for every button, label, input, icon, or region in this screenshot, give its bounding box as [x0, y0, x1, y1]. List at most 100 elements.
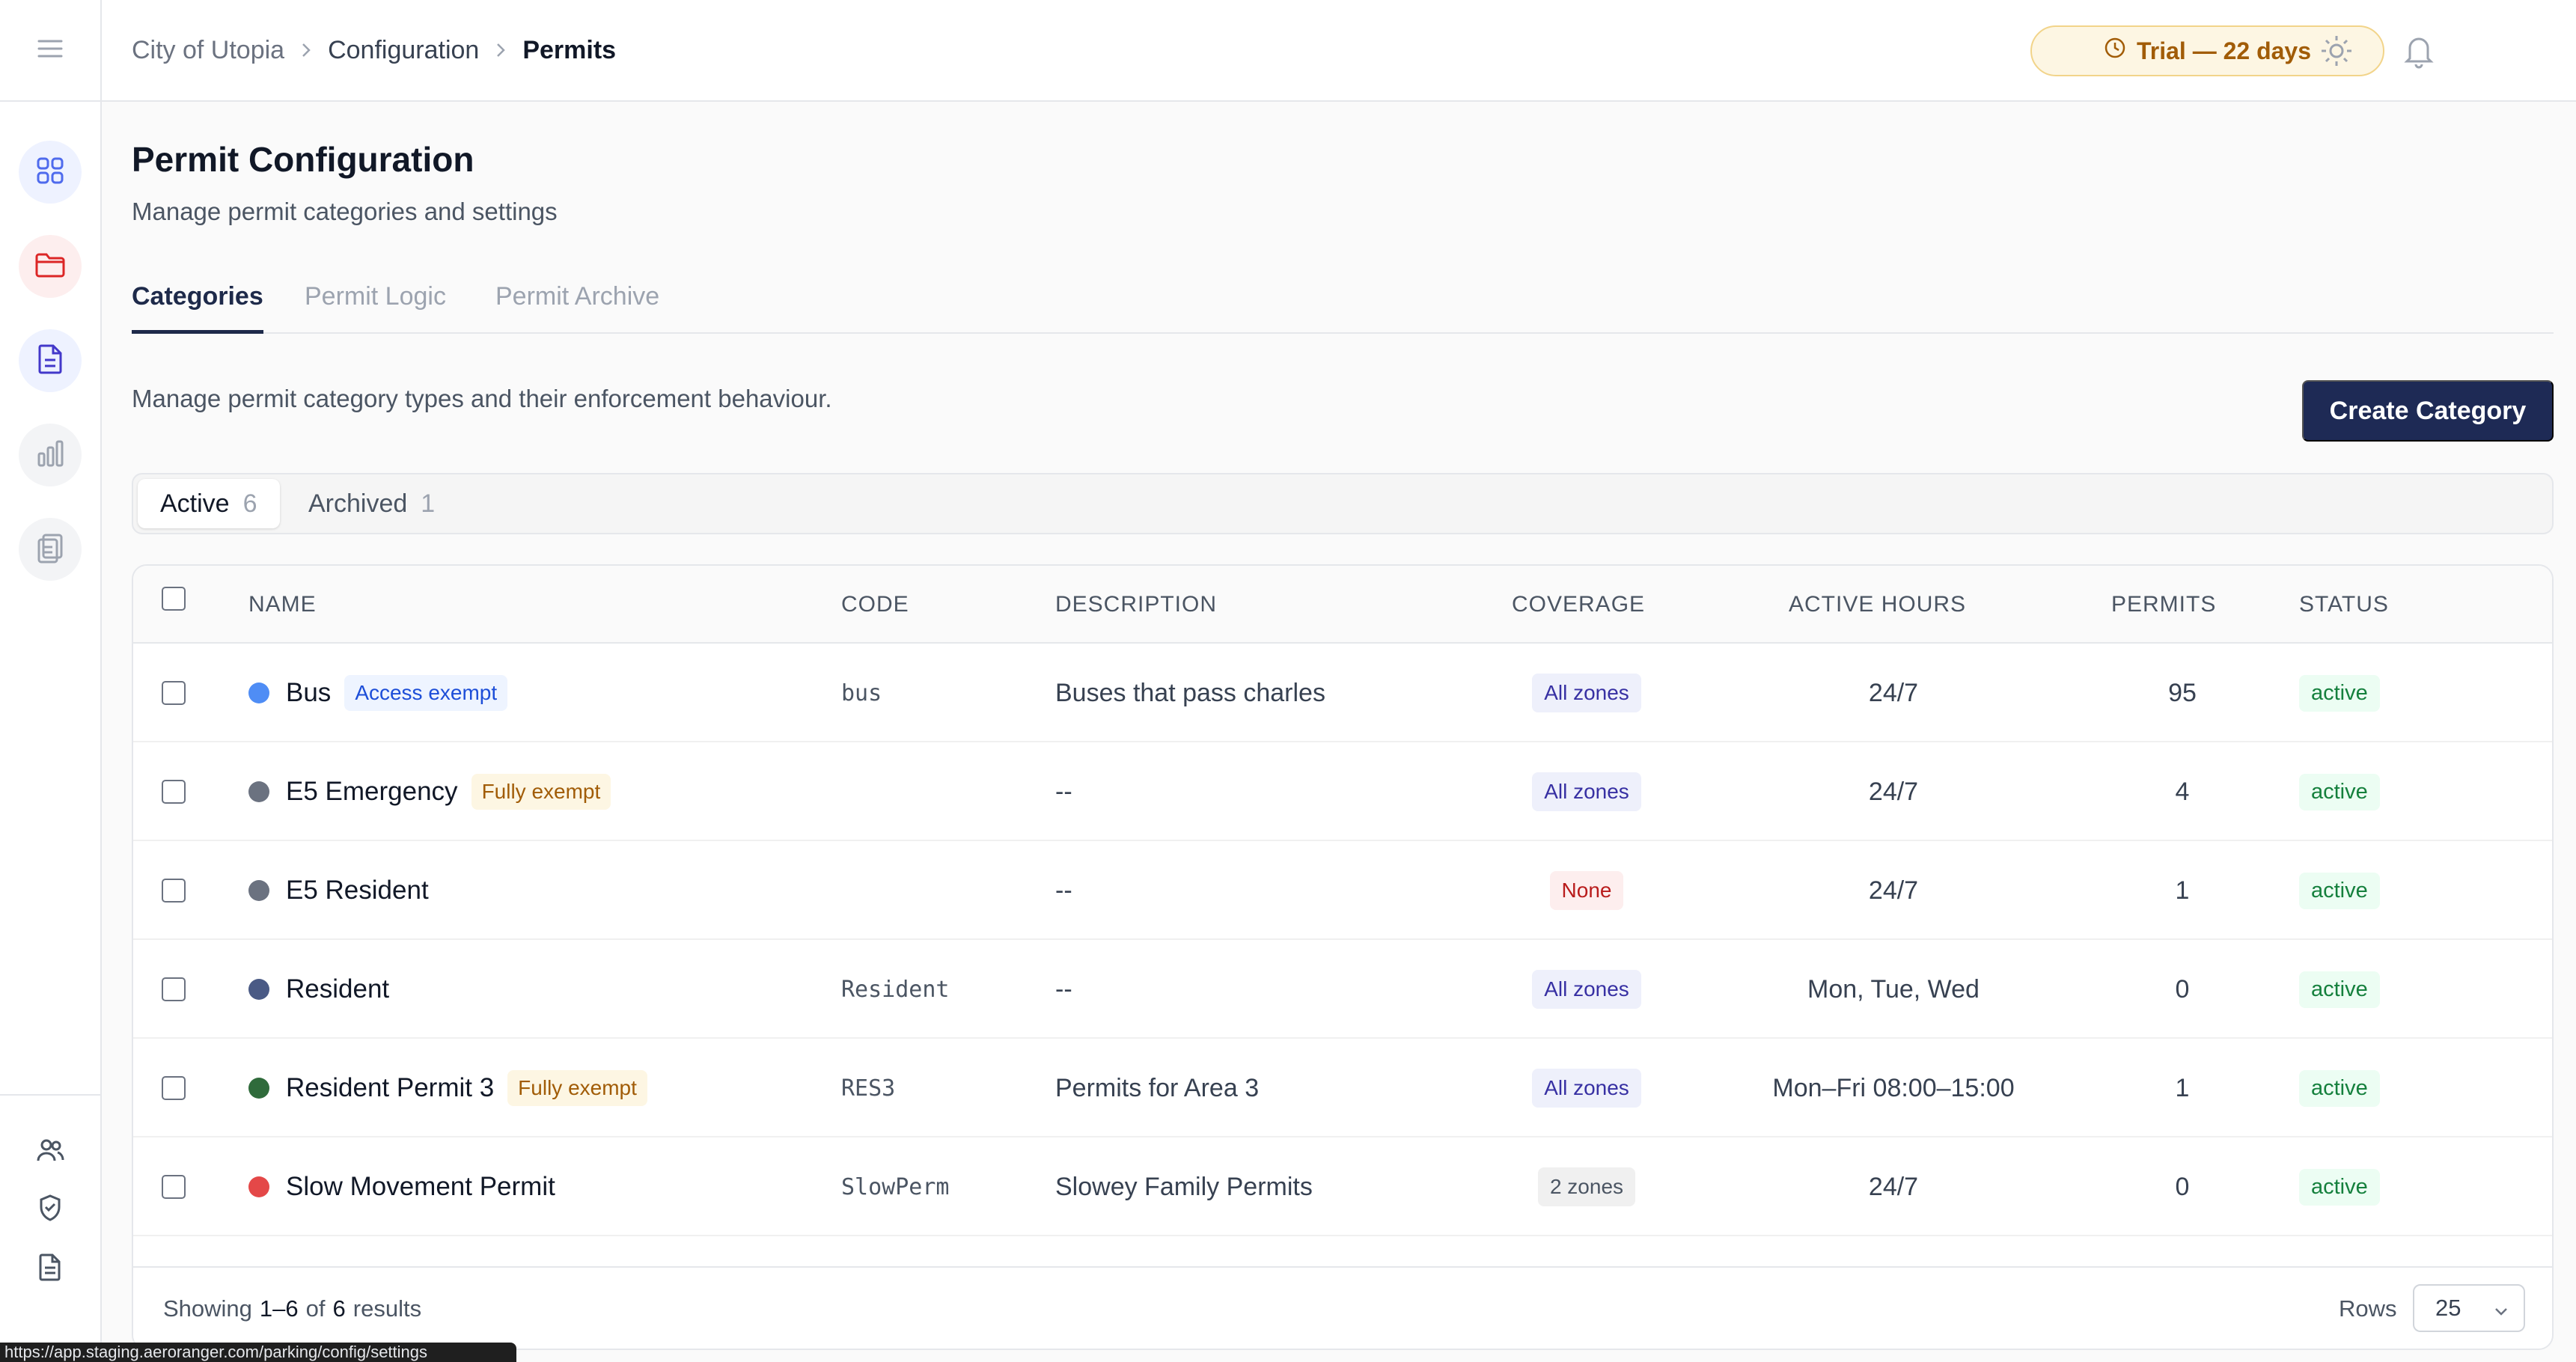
sun-icon[interactable] [2317, 31, 2356, 74]
permits-cell: 95 [2081, 644, 2283, 742]
name-cell: Slow Movement Permit [248, 1137, 555, 1236]
breadcrumb-item-configuration[interactable]: Configuration [328, 36, 479, 65]
category-color-dot [248, 1078, 269, 1099]
active-hours-cell: 24/7 [1714, 841, 2073, 940]
category-description: Permits for Area 3 [1055, 1073, 1260, 1102]
file-text-icon[interactable] [38, 1253, 62, 1285]
code-cell: RES3 [841, 1039, 895, 1137]
row-checkbox[interactable] [162, 1039, 186, 1137]
table-row[interactable]: Slow Movement Permit SlowPerm Slowey Famil… [133, 1137, 2552, 1236]
name-cell: E5 Emergency Fully exempt [248, 742, 611, 841]
category-name[interactable]: Resident [286, 974, 389, 1004]
coverage-badge: 2 zones [1537, 1167, 1636, 1206]
table-row[interactable]: Bus Access exempt bus Buses that pass charl… [133, 644, 2552, 742]
row-checkbox[interactable] [162, 644, 186, 742]
status-cell: active [2299, 841, 2380, 940]
table-row[interactable]: Resident Permit 3 Fully exempt RES3 Permits… [133, 1039, 2552, 1137]
rows-per-page-label: Rows [2339, 1295, 2397, 1322]
exemption-badge: Access exempt [344, 675, 508, 711]
tab-permit-archive[interactable]: Permit Archive [495, 271, 659, 334]
tab-permit-logic[interactable]: Permit Logic [305, 271, 446, 334]
bell-icon[interactable] [2401, 31, 2437, 74]
coverage-cell: All zones [1437, 1039, 1736, 1137]
table-row[interactable]: Resident Resident -- All zones Mon, Tue, Wed… [133, 940, 2552, 1039]
row-checkbox[interactable] [162, 742, 186, 841]
description-cell: Permits for Area 3 [1055, 1039, 1259, 1137]
status-badge: active [2299, 773, 2380, 810]
table-header: NAME CODE DESCRIPTION COVERAGE ACTIVE HO… [133, 566, 2552, 644]
table-row[interactable]: E5 Emergency Fully exempt -- All zones 24/7 4… [133, 742, 2552, 841]
sidebar-item-reports[interactable] [19, 424, 82, 486]
active-hours-cell: 24/7 [1714, 644, 2073, 742]
filter-active-count: 6 [242, 489, 257, 518]
status-cell: active [2299, 644, 2380, 742]
active-hours: Mon–Fri 08:00–15:00 [1772, 1073, 2015, 1102]
trial-label: Trial — 22 days [2136, 37, 2311, 64]
column-header-coverage[interactable]: COVERAGE [1512, 566, 1645, 644]
filter-archived[interactable]: Archived 1 [286, 479, 457, 528]
tab-categories[interactable]: Categories [132, 271, 263, 334]
code-cell: bus [841, 644, 882, 742]
description-cell: -- [1055, 841, 1072, 940]
category-name[interactable]: Slow Movement Permit [286, 1172, 555, 1202]
column-header-permits[interactable]: PERMITS [2111, 566, 2216, 644]
status-badge: active [2299, 1168, 2380, 1206]
coverage-cell: All zones [1437, 940, 1736, 1039]
coverage-badge: All zones [1532, 1069, 1641, 1108]
category-name[interactable]: Resident Permit 3 [286, 1073, 494, 1103]
filter-active[interactable]: Active 6 [138, 479, 280, 528]
permit-count: 95 [2168, 678, 2197, 707]
column-header-description[interactable]: DESCRIPTION [1055, 566, 1217, 644]
shield-check-icon[interactable] [37, 1194, 63, 1226]
top-header: City of Utopia Configuration Permits Tri… [102, 0, 2576, 102]
column-header-name[interactable]: NAME [248, 566, 317, 644]
status-badge: active [2299, 674, 2380, 712]
category-color-dot [248, 781, 269, 802]
column-header-code[interactable]: CODE [841, 566, 909, 644]
code-cell: SlowPerm [841, 1137, 950, 1236]
menu-icon[interactable] [37, 37, 63, 64]
row-checkbox[interactable] [162, 841, 186, 940]
browser-status-url: https://app.staging.aeroranger.com/parki… [0, 1343, 516, 1362]
active-hours: 24/7 [1868, 1172, 1919, 1201]
select-all-checkbox[interactable] [162, 587, 186, 611]
categories-table: NAME CODE DESCRIPTION COVERAGE ACTIVE HO… [132, 564, 2554, 1350]
category-color-dot [248, 880, 269, 901]
active-hours: Mon, Tue, Wed [1807, 974, 1980, 1004]
breadcrumb-item-city[interactable]: City of Utopia [132, 36, 284, 65]
sidebar-item-clipboard[interactable] [19, 518, 82, 581]
sidebar-item-folders[interactable] [19, 235, 82, 298]
permits-cell: 0 [2081, 1137, 2283, 1236]
active-hours-cell: Mon–Fri 08:00–15:00 [1714, 1039, 2073, 1137]
coverage-badge: All zones [1532, 674, 1641, 712]
category-name[interactable]: E5 Resident [286, 876, 429, 906]
active-hours-cell: Mon, Tue, Wed [1714, 940, 2073, 1039]
tab-bar: Categories Permit Logic Permit Archive [132, 271, 2554, 334]
app: City of Utopia Configuration Permits Tri… [0, 0, 2576, 1362]
category-name[interactable]: E5 Emergency [286, 777, 458, 807]
create-category-button[interactable]: Create Category [2302, 380, 2554, 442]
description-cell: -- [1055, 742, 1072, 841]
filter-archived-count: 1 [421, 489, 436, 518]
row-checkbox[interactable] [162, 940, 186, 1039]
sidebar-item-dashboard[interactable] [19, 141, 82, 204]
rows-per-page-select[interactable]: 25 [2413, 1284, 2525, 1332]
sidebar-item-documents[interactable] [19, 329, 82, 392]
active-hours: 24/7 [1868, 678, 1919, 707]
permit-count: 4 [2175, 777, 2190, 806]
status-badge: active [2299, 1069, 2380, 1107]
sidebar-nav [0, 102, 100, 581]
status-cell: active [2299, 742, 2380, 841]
document-icon [37, 343, 64, 379]
column-header-active-hours[interactable]: ACTIVE HOURS [1789, 566, 1966, 644]
category-name[interactable]: Bus [286, 678, 331, 708]
status-badge: active [2299, 872, 2380, 909]
coverage-badge: None [1549, 871, 1624, 910]
users-icon[interactable] [36, 1137, 64, 1167]
table-row[interactable]: E5 Resident -- None 24/7 1 active [133, 841, 2552, 940]
breadcrumb-item-permits: Permits [522, 35, 617, 64]
category-color-dot [248, 682, 269, 703]
column-header-status[interactable]: STATUS [2299, 566, 2389, 644]
category-code: Resident [841, 976, 950, 1003]
row-checkbox[interactable] [162, 1137, 186, 1236]
